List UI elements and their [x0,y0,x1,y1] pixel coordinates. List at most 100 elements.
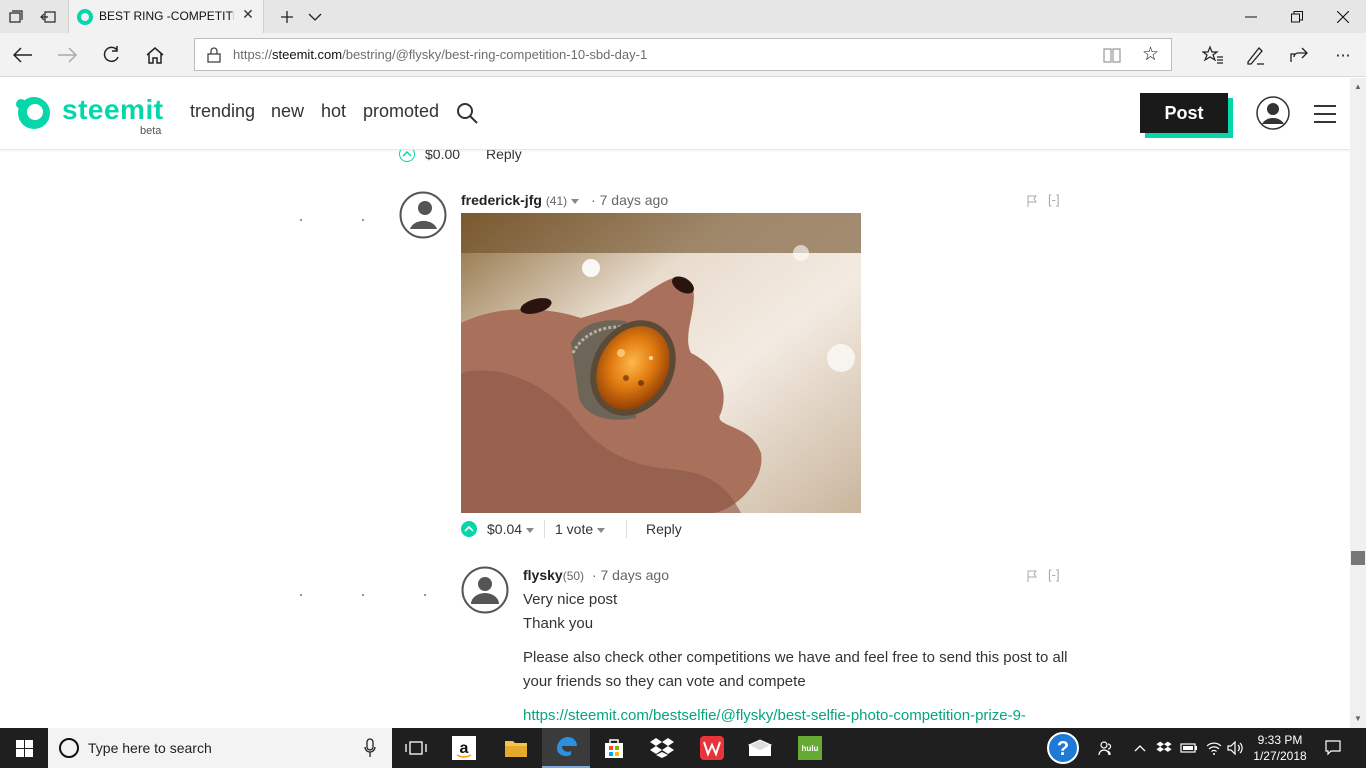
cortana-icon [59,738,79,758]
svg-text:a: a [460,740,469,757]
store-icon[interactable] [590,728,638,768]
thread-dot [300,594,302,596]
url-text: https://steemit.com/bestring/@flysky/bes… [233,47,648,62]
thread-dot [300,219,302,221]
upvote-icon[interactable] [399,150,415,162]
wifi-icon[interactable] [1204,728,1224,768]
thread-dot [362,219,364,221]
tab-preview-chevron-icon[interactable] [292,0,338,33]
comment-payout[interactable]: $0.04 [487,521,535,537]
comment-author[interactable]: flysky [523,567,563,583]
scroll-thumb[interactable] [1351,551,1365,565]
back-icon[interactable] [8,41,38,69]
volume-icon[interactable] [1226,728,1246,768]
flag-icon[interactable] [1026,570,1038,582]
refresh-icon[interactable] [96,41,126,69]
microphone-icon[interactable] [364,738,376,758]
comment-avatar[interactable] [461,566,509,614]
tab-title: BEST RING -COMPETITI [99,9,234,23]
minimize-icon[interactable] [1228,0,1274,33]
more-options-icon[interactable]: ··· [1328,41,1358,69]
mail-icon[interactable] [736,728,784,768]
user-avatar-icon[interactable] [1256,96,1290,130]
amber-ring-photo[interactable] [461,213,861,513]
lock-icon [207,47,221,63]
comment-paragraph: Please also check other competitions we … [523,649,1068,666]
favorite-star-icon[interactable]: ☆ [1142,43,1159,65]
svg-text:hulu: hulu [802,744,819,753]
dropbox-tray-icon[interactable] [1154,728,1174,768]
site-header: steemit beta trending new hot promoted P… [0,78,1350,150]
collapse-toggle[interactable]: [-] [1048,567,1060,582]
clock-date: 1/27/2018 [1253,749,1307,763]
action-center-icon[interactable] [1320,728,1346,768]
hulu-app-icon[interactable]: hulu [786,728,834,768]
author-reputation: (50) [562,569,585,583]
search-icon[interactable] [456,102,478,124]
set-aside-tabs-icon[interactable] [36,5,60,29]
amazon-app-icon[interactable]: a [440,728,488,768]
file-explorer-icon[interactable] [492,728,540,768]
prev-payout[interactable]: $0.00 [425,150,460,162]
dropbox-icon[interactable] [638,728,686,768]
close-tab-icon[interactable]: ✕ [239,6,257,24]
comment-author-line: frederick-jfg (41) · 7 days ago [461,192,669,208]
windows-logo-icon [15,739,33,757]
restore-icon[interactable] [1274,0,1320,33]
people-icon[interactable] [1094,728,1118,768]
start-button[interactable] [0,728,48,768]
share-icon[interactable] [1284,41,1314,69]
task-view-icon[interactable] [392,728,440,768]
forward-icon[interactable] [52,41,82,69]
page-scrollbar[interactable]: ▲ ▼ [1350,78,1366,728]
system-clock[interactable]: 9:33 PM 1/27/2018 [1248,732,1312,764]
logo-text[interactable]: steemit [62,94,164,126]
comment-link[interactable]: https://steemit.com/bestselfie/@flysky/b… [523,704,1083,728]
post-button[interactable]: Post [1140,93,1228,133]
flag-icon[interactable] [1026,195,1038,207]
comment-body: Very nice post Thank you Please also che… [523,588,1083,728]
favorites-hub-icon[interactable] [1198,41,1228,69]
steemit-logo-icon[interactable] [15,94,51,130]
hamburger-menu-icon[interactable] [1314,105,1336,123]
battery-icon[interactable] [1178,728,1200,768]
nav-promoted[interactable]: promoted [363,101,439,122]
scroll-up-arrow-icon[interactable]: ▲ [1354,82,1362,91]
reply-link[interactable]: Reply [646,521,682,537]
close-window-icon[interactable] [1320,0,1366,33]
edge-browser-icon[interactable] [542,728,590,768]
comment-age[interactable]: 7 days ago [601,567,670,583]
footer-separator [626,520,627,538]
author-menu-caret-icon[interactable] [571,198,580,204]
upvote-icon[interactable] [461,521,477,537]
web-note-icon[interactable] [1240,41,1270,69]
wps-office-icon[interactable] [688,728,736,768]
nav-new[interactable]: new [271,101,304,122]
windows-taskbar: Type here to search a hulu ? 9:33 PM 1/2… [0,728,1366,768]
thread-dot [362,594,364,596]
scroll-down-arrow-icon[interactable]: ▼ [1354,714,1362,723]
clock-time: 9:33 PM [1257,733,1303,747]
tab-list-icon[interactable] [4,5,28,29]
nav-hot[interactable]: hot [321,101,346,122]
comment-author[interactable]: frederick-jfg [461,192,542,208]
address-bar[interactable]: https://steemit.com/bestring/@flysky/bes… [194,38,1172,71]
comment-author-line: flysky(50) · 7 days ago [523,567,669,583]
taskbar-search-box[interactable]: Type here to search [48,728,392,768]
comment-paragraph: your friends so they can vote and compet… [523,673,806,690]
beta-label: beta [140,125,162,137]
comments-area: $0.00 Reply frederick-jfg (41) · 7 days … [0,150,1350,728]
browser-tab-bar: BEST RING -COMPETITI ✕ [0,0,1366,33]
prev-reply-link[interactable]: Reply [486,150,522,162]
home-icon[interactable] [140,41,170,69]
collapse-toggle[interactable]: [-] [1048,192,1060,207]
show-hidden-icons-chevron-icon[interactable] [1132,728,1148,768]
active-tab[interactable]: BEST RING -COMPETITI ✕ [68,0,264,33]
vote-count[interactable]: 1 vote [555,521,606,537]
reading-view-icon[interactable] [1103,47,1121,63]
help-icon[interactable]: ? [1044,728,1082,768]
author-reputation: (41) [545,194,568,208]
comment-avatar[interactable] [399,191,447,239]
comment-age[interactable]: 7 days ago [600,192,669,208]
nav-trending[interactable]: trending [190,101,255,122]
